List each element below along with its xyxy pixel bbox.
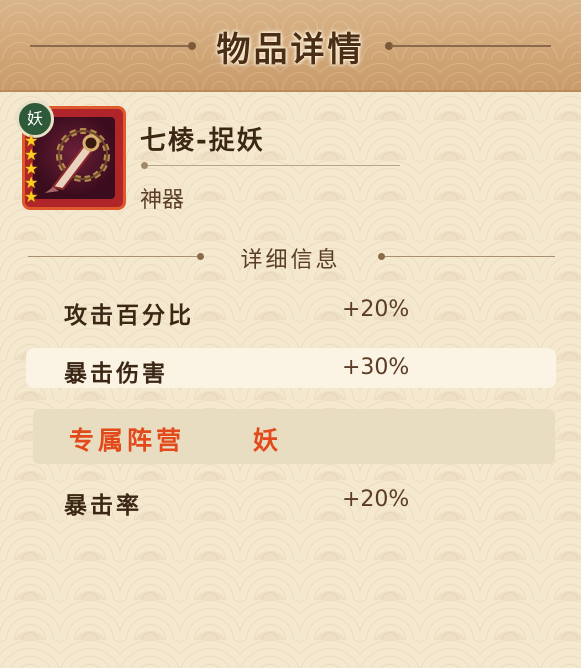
attribute-value: +30% xyxy=(342,355,410,380)
attribute-name: 攻击百分比 xyxy=(64,303,194,329)
attribute-value: +20% xyxy=(342,487,410,512)
faction-value: 妖 xyxy=(253,426,279,455)
item-detail-panel: 物品详情 妖 ★ ★ ★ ★ ★ 七棱-捉妖 神器 详细信息 攻击百分比 +20… xyxy=(0,0,581,668)
attribute-value: +20% xyxy=(342,297,410,322)
name-divider-dot xyxy=(141,162,148,169)
attribute-name: 暴击率 xyxy=(64,493,142,519)
item-type: 神器 xyxy=(140,188,185,213)
attribute-row: 攻击百分比 +20% xyxy=(26,290,556,330)
attribute-row: 暴击伤害 +30% xyxy=(26,348,556,388)
section-divider-right xyxy=(385,256,555,257)
header-divider-right xyxy=(391,45,551,47)
attribute-row: 暴击率 +20% xyxy=(26,480,556,520)
item-name: 七棱-捉妖 xyxy=(140,126,265,156)
section-title: 详细信息 xyxy=(240,248,341,273)
exclusive-faction-banner: 专属阵营 妖 xyxy=(33,409,555,464)
section-ornament-right xyxy=(378,253,385,260)
name-divider xyxy=(145,165,400,166)
star-icon: ★ xyxy=(24,187,39,206)
header-bar: 物品详情 xyxy=(0,0,581,92)
star-rating: ★ ★ ★ ★ ★ xyxy=(24,133,42,206)
faction-label: 专属阵营 xyxy=(69,426,186,455)
attribute-name: 暴击伤害 xyxy=(64,361,168,387)
